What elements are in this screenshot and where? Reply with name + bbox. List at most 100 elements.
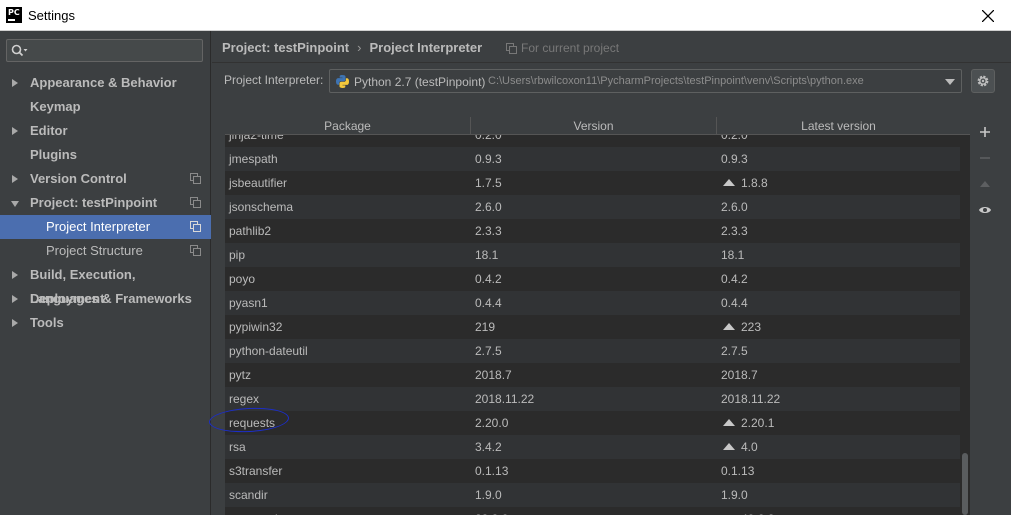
package-name-cell: pip	[229, 248, 246, 262]
package-name-cell: regex	[229, 392, 260, 406]
sidebar-item-label: Plugins	[30, 147, 77, 162]
breadcrumb-parent[interactable]: Project: testPinpoint	[222, 40, 349, 55]
table-row[interactable]: python-dateutil 2.7.5 2.7.5	[225, 339, 960, 363]
version-cell: 1.9.0	[475, 488, 502, 502]
latest-version-cell: 0.4.4	[721, 291, 748, 315]
version-cell: 219	[475, 320, 496, 334]
column-header-latest-version[interactable]: Latest version	[717, 117, 960, 135]
upgrade-available-icon	[723, 323, 735, 330]
settings-search-box[interactable]	[6, 39, 203, 62]
table-row[interactable]: jmespath 0.9.3 0.9.3	[225, 147, 960, 171]
sidebar-item-version-control[interactable]: Version Control	[0, 167, 211, 191]
expand-arrow-icon[interactable]	[12, 271, 18, 279]
column-header-version[interactable]: Version	[471, 117, 717, 135]
table-row[interactable]: s3transfer 0.1.13 0.1.13	[225, 459, 960, 483]
version-cell: 2.3.3	[475, 224, 502, 238]
scope-note: For current project	[506, 41, 619, 55]
upgrade-available-icon	[723, 419, 735, 426]
package-name-cell: jsonschema	[229, 200, 294, 214]
package-name-cell: python-dateutil	[229, 344, 308, 358]
table-row[interactable]: pathlib2 2.3.3 2.3.3	[225, 219, 960, 243]
latest-version-cell: 0.4.2	[721, 267, 748, 291]
expand-arrow-icon[interactable]	[12, 175, 18, 183]
sidebar-item-label: Project Interpreter	[46, 219, 151, 234]
sidebar-item-editor[interactable]: Editor	[0, 119, 211, 143]
expand-arrow-icon[interactable]	[12, 79, 18, 87]
table-row[interactable]: pytz 2018.7 2018.7	[225, 363, 960, 387]
table-row[interactable]: jsbeautifier 1.7.5 1.8.8	[225, 171, 960, 195]
upgrade-icon	[980, 181, 990, 187]
expand-arrow-icon[interactable]	[12, 319, 18, 327]
table-row[interactable]: scandir 1.9.0 1.9.0	[225, 483, 960, 507]
search-icon	[11, 44, 28, 57]
table-row[interactable]: pypiwin32 219 223	[225, 315, 960, 339]
table-scrollbar[interactable]	[960, 135, 970, 515]
package-name-cell: s3transfer	[229, 464, 283, 478]
upgrade-package-button[interactable]	[974, 173, 996, 195]
search-input[interactable]	[33, 42, 198, 59]
latest-version-text: 2.3.3	[721, 224, 748, 238]
latest-version-text: 2.7.5	[721, 344, 748, 358]
packages-table: Package Version Latest version jinja2-ti…	[225, 117, 970, 515]
sidebar-item-project-structure[interactable]: Project Structure	[0, 239, 211, 263]
package-name-cell: requests	[229, 416, 276, 430]
interpreter-label: Project Interpreter:	[224, 73, 324, 87]
sidebar-item-label: Project: testPinpoint	[30, 195, 158, 210]
latest-version-cell: 1.9.0	[721, 483, 748, 507]
scrollbar-thumb[interactable]	[962, 453, 968, 515]
table-row[interactable]: pip 18.1 18.1	[225, 243, 960, 267]
latest-version-cell: 0.1.13	[721, 459, 754, 483]
install-package-button[interactable]	[974, 121, 996, 143]
table-row[interactable]: jsonschema 2.6.0 2.6.0	[225, 195, 960, 219]
table-row[interactable]: rsa 3.4.2 4.0	[225, 435, 960, 459]
upgrade-available-icon	[723, 179, 735, 186]
table-row[interactable]: regex 2018.11.22 2018.11.22	[225, 387, 960, 411]
package-name-cell: jmespath	[229, 152, 278, 166]
interpreter-settings-button[interactable]	[971, 69, 995, 93]
chevron-down-icon	[945, 79, 955, 85]
latest-version-cell: 2.7.5	[721, 339, 748, 363]
latest-version-cell: 40.6.2	[721, 507, 774, 515]
table-row[interactable]: poyo 0.4.2 0.4.2	[225, 267, 960, 291]
title-bar: PC Settings	[0, 0, 1011, 31]
show-early-releases-button[interactable]	[974, 199, 996, 221]
latest-version-text: 1.9.0	[721, 488, 748, 502]
collapse-arrow-icon[interactable]	[11, 201, 19, 207]
column-header-package[interactable]: Package	[225, 117, 471, 135]
sidebar-item-build-execution-deployment[interactable]: Build, Execution, Deployment	[0, 263, 211, 306]
latest-version-cell: 2018.7	[721, 363, 758, 387]
latest-version-cell: 2.20.1	[721, 411, 774, 435]
gear-icon	[977, 75, 989, 87]
package-name-cell: scandir	[229, 488, 268, 502]
close-button[interactable]	[965, 0, 1011, 31]
interpreter-dropdown[interactable]: Python 2.7 (testPinpoint) C:\Users\rbwil…	[329, 69, 962, 93]
project-scope-icon	[190, 221, 201, 232]
expand-arrow-icon[interactable]	[12, 295, 18, 303]
sidebar-item-label: Editor	[30, 123, 68, 138]
version-cell: 28.8.0	[475, 507, 508, 515]
latest-version-text: 2.6.0	[721, 200, 748, 214]
sidebar-item-languages-frameworks[interactable]: Languages & Frameworks	[0, 287, 211, 311]
latest-version-cell: 2.3.3	[721, 219, 748, 243]
expand-arrow-icon[interactable]	[12, 127, 18, 135]
table-row[interactable]: setuptools 28.8.0 40.6.2	[225, 507, 960, 515]
eye-icon	[979, 207, 991, 213]
project-scope-icon	[190, 173, 201, 184]
sidebar-item-project[interactable]: Project: testPinpoint	[0, 191, 211, 215]
sidebar-item-plugins[interactable]: Plugins	[0, 143, 211, 167]
version-cell: 2.7.5	[475, 344, 502, 358]
package-name-cell: pathlib2	[229, 224, 272, 238]
table-row[interactable]: requests 2.20.0 2.20.1	[225, 411, 960, 435]
project-scope-icon	[190, 197, 201, 208]
sidebar-item-project-interpreter[interactable]: Project Interpreter	[0, 215, 211, 239]
version-cell: 2.6.0	[475, 200, 502, 214]
sidebar-item-keymap[interactable]: Keymap	[0, 95, 211, 119]
breadcrumb-separator: ›	[357, 40, 362, 55]
sidebar-item-label: Project Structure	[46, 243, 143, 258]
sidebar-item-appearance-behavior[interactable]: Appearance & Behavior	[0, 71, 211, 95]
version-cell: 0.4.4	[475, 296, 502, 310]
latest-version-text: 0.1.13	[721, 464, 755, 478]
sidebar-item-tools[interactable]: Tools	[0, 311, 211, 335]
table-row[interactable]: pyasn1 0.4.4 0.4.4	[225, 291, 960, 315]
uninstall-package-button[interactable]	[974, 147, 996, 169]
